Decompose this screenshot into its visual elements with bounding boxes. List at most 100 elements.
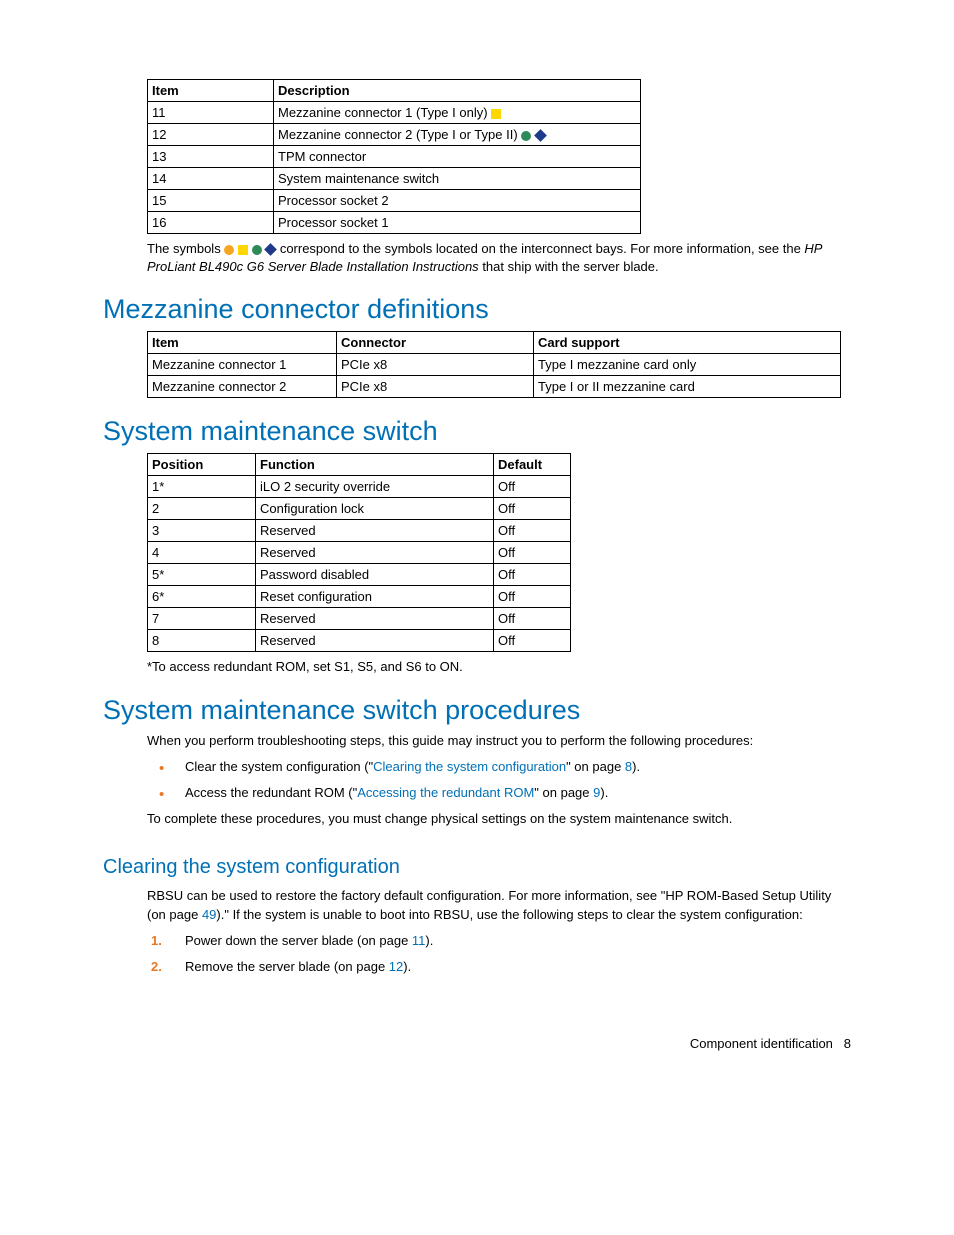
blue-diamond-icon xyxy=(264,243,277,256)
cell: PCIe x8 xyxy=(337,354,534,376)
column-header: Connector xyxy=(337,332,534,354)
cell: Reset configuration xyxy=(256,586,494,608)
table-row: 4ReservedOff xyxy=(148,542,571,564)
table-item-description: ItemDescription11 Mezzanine connector 1 (… xyxy=(147,79,641,234)
table-row: 1*iLO 2 security overrideOff xyxy=(148,476,571,498)
page-link[interactable]: 11 xyxy=(412,933,426,948)
table-row: 3ReservedOff xyxy=(148,520,571,542)
text: ). xyxy=(425,933,433,948)
cross-reference-link[interactable]: Accessing the redundant ROM xyxy=(357,785,534,800)
cell: Off xyxy=(494,476,571,498)
page-link[interactable]: 49 xyxy=(202,907,216,922)
cell-item: 13 xyxy=(148,146,274,168)
text: Processor socket 2 xyxy=(278,193,389,208)
text: " on page xyxy=(534,785,593,800)
yellow-square-icon xyxy=(238,245,248,255)
cell: Off xyxy=(494,630,571,652)
cell: 1* xyxy=(148,476,256,498)
text: Mezzanine connector 1 (Type I only) xyxy=(278,105,491,120)
column-header: Position xyxy=(148,454,256,476)
cell: Type I mezzanine card only xyxy=(534,354,841,376)
table-row: 11 Mezzanine connector 1 (Type I only) xyxy=(148,102,641,124)
table-row: 14 System maintenance switch xyxy=(148,168,641,190)
cell-item: 12 xyxy=(148,124,274,146)
orange-circle-icon xyxy=(224,245,234,255)
table-row: 2Configuration lockOff xyxy=(148,498,571,520)
table-row: 16 Processor socket 1 xyxy=(148,212,641,234)
cell: Mezzanine connector 2 xyxy=(148,376,337,398)
list-item: Access the redundant ROM ("Accessing the… xyxy=(147,784,851,802)
cell: PCIe x8 xyxy=(337,376,534,398)
table-row: 12 Mezzanine connector 2 (Type I or Type … xyxy=(148,124,641,146)
cell-item: 11 xyxy=(148,102,274,124)
text: correspond to the symbols located on the… xyxy=(280,241,805,256)
cell: Configuration lock xyxy=(256,498,494,520)
yellow-square-icon xyxy=(491,109,501,119)
table-row: Mezzanine connector 2PCIe x8Type I or II… xyxy=(148,376,841,398)
green-circle-icon xyxy=(521,131,531,141)
table-row: 13TPM connector xyxy=(148,146,641,168)
cell: 4 xyxy=(148,542,256,564)
cell: Off xyxy=(494,564,571,586)
table-row: 8ReservedOff xyxy=(148,630,571,652)
text: Processor socket 1 xyxy=(278,215,389,230)
cell: Off xyxy=(494,520,571,542)
heading-mezzanine-definitions: Mezzanine connector definitions xyxy=(103,294,851,325)
cross-reference-link[interactable]: Clearing the system configuration xyxy=(373,759,566,774)
text: that ship with the server blade. xyxy=(482,259,658,274)
text: Clear the system configuration (" xyxy=(185,759,373,774)
cell-description: TPM connector xyxy=(274,146,641,168)
cell: Reserved xyxy=(256,520,494,542)
cell: 6* xyxy=(148,586,256,608)
list-item: Power down the server blade (on page 11)… xyxy=(147,932,851,950)
list-item: Clear the system configuration ("Clearin… xyxy=(147,758,851,776)
text: " on page xyxy=(566,759,625,774)
cell-item: 16 xyxy=(148,212,274,234)
cell-item: 15 xyxy=(148,190,274,212)
column-header: Item xyxy=(148,332,337,354)
csc-paragraph: RBSU can be used to restore the factory … xyxy=(147,887,851,923)
column-header: Function xyxy=(256,454,494,476)
cell-description: Processor socket 1 xyxy=(274,212,641,234)
cell: 2 xyxy=(148,498,256,520)
table-row: Mezzanine connector 1PCIe x8Type I mezza… xyxy=(148,354,841,376)
cell: Mezzanine connector 1 xyxy=(148,354,337,376)
csc-steps: Power down the server blade (on page 11)… xyxy=(147,932,851,976)
sms-procedures-intro: When you perform troubleshooting steps, … xyxy=(147,732,851,750)
column-header: Description xyxy=(274,80,641,102)
page-link[interactable]: 12 xyxy=(389,959,403,974)
page-number: 8 xyxy=(844,1036,851,1051)
text: ). xyxy=(600,785,608,800)
heading-clearing-system-configuration: Clearing the system configuration xyxy=(103,856,851,879)
blue-diamond-icon xyxy=(534,129,547,142)
table-row: 15 Processor socket 2 xyxy=(148,190,641,212)
section-name: Component identification xyxy=(690,1036,833,1051)
text: Power down the server blade (on page xyxy=(185,933,412,948)
cell: Reserved xyxy=(256,542,494,564)
text: Remove the server blade (on page xyxy=(185,959,389,974)
table-sms: PositionFunctionDefault1*iLO 2 security … xyxy=(147,453,571,652)
text: ). xyxy=(632,759,640,774)
green-circle-icon xyxy=(252,245,262,255)
cell: 3 xyxy=(148,520,256,542)
column-header: Item xyxy=(148,80,274,102)
column-header: Default xyxy=(494,454,571,476)
cell: Reserved xyxy=(256,608,494,630)
cell-item: 14 xyxy=(148,168,274,190)
text: System maintenance switch xyxy=(278,171,439,186)
cell: Off xyxy=(494,586,571,608)
table-row: 5*Password disabledOff xyxy=(148,564,571,586)
cell: Off xyxy=(494,498,571,520)
sms-procedures-bullets: Clear the system configuration ("Clearin… xyxy=(147,758,851,802)
text: Access the redundant ROM (" xyxy=(185,785,357,800)
sms-footnote: *To access redundant ROM, set S1, S5, an… xyxy=(147,658,851,676)
cell: 7 xyxy=(148,608,256,630)
heading-system-maintenance-switch: System maintenance switch xyxy=(103,416,851,447)
cell-description: Mezzanine connector 2 (Type I or Type II… xyxy=(274,124,641,146)
cell-description: Processor socket 2 xyxy=(274,190,641,212)
text: Mezzanine connector 2 (Type I or Type II… xyxy=(278,127,521,142)
heading-sms-procedures: System maintenance switch procedures xyxy=(103,695,851,726)
cell: Off xyxy=(494,542,571,564)
cell-description: System maintenance switch xyxy=(274,168,641,190)
sms-procedures-outro: To complete these procedures, you must c… xyxy=(147,810,851,828)
